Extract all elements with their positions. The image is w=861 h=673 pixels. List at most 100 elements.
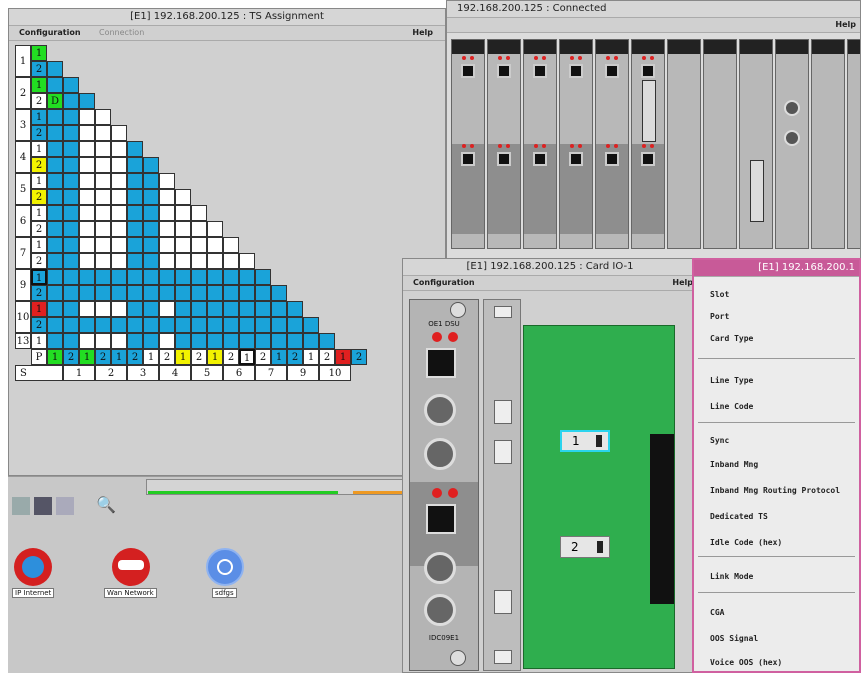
ts-cell[interactable] bbox=[79, 253, 95, 269]
ts-cell[interactable] bbox=[159, 317, 175, 333]
ts-cell[interactable] bbox=[79, 333, 95, 349]
ts-cell[interactable] bbox=[239, 269, 255, 285]
ts-port-cell[interactable]: 1 bbox=[47, 349, 63, 365]
ts-cell[interactable] bbox=[111, 189, 127, 205]
ts-port-cell[interactable]: 2 bbox=[223, 349, 239, 365]
ts-cell[interactable] bbox=[111, 317, 127, 333]
ts-cell[interactable] bbox=[159, 237, 175, 253]
ts-cell[interactable] bbox=[95, 301, 111, 317]
ts-cell[interactable] bbox=[79, 285, 95, 301]
ts-cell[interactable] bbox=[191, 253, 207, 269]
property-label[interactable]: Line Type bbox=[710, 376, 753, 385]
ts-port-cell[interactable]: 1 bbox=[335, 349, 351, 365]
ts-cell[interactable] bbox=[79, 109, 95, 125]
ts-cell[interactable] bbox=[79, 157, 95, 173]
ts-cell[interactable] bbox=[95, 141, 111, 157]
ts-cell[interactable] bbox=[207, 285, 223, 301]
ts-cell[interactable] bbox=[143, 221, 159, 237]
ts-cell[interactable] bbox=[127, 269, 143, 285]
ts-cell[interactable] bbox=[143, 189, 159, 205]
desktop-icon-wan-network[interactable]: Wan Network bbox=[102, 548, 162, 608]
ts-cell[interactable] bbox=[255, 269, 271, 285]
ts-port-cell[interactable]: 1 bbox=[79, 349, 95, 365]
ts-cell[interactable] bbox=[79, 141, 95, 157]
ts-cell[interactable] bbox=[95, 253, 111, 269]
ts-cell[interactable] bbox=[95, 173, 111, 189]
ts-cell[interactable] bbox=[111, 269, 127, 285]
ts-cell[interactable] bbox=[287, 317, 303, 333]
ts-cell[interactable] bbox=[47, 301, 63, 317]
ts-cell[interactable] bbox=[63, 253, 79, 269]
ts-cell[interactable] bbox=[175, 285, 191, 301]
ts-cell[interactable] bbox=[207, 301, 223, 317]
ts-cell[interactable] bbox=[223, 285, 239, 301]
ts-cell[interactable] bbox=[95, 269, 111, 285]
ts-cell[interactable] bbox=[63, 157, 79, 173]
ts-cell[interactable] bbox=[159, 205, 175, 221]
rack-card[interactable] bbox=[451, 39, 485, 249]
ts-cell[interactable] bbox=[127, 205, 143, 221]
ts-cell[interactable] bbox=[159, 189, 175, 205]
ts-cell[interactable] bbox=[47, 285, 63, 301]
ts-cell[interactable] bbox=[175, 189, 191, 205]
ts-cell[interactable] bbox=[191, 237, 207, 253]
property-label[interactable]: Inband Mng bbox=[710, 460, 758, 469]
rack-card[interactable] bbox=[775, 39, 809, 249]
rj45-port-1-icon[interactable] bbox=[426, 348, 456, 378]
ts-cell[interactable] bbox=[95, 237, 111, 253]
ts-port-cell[interactable]: 2 bbox=[351, 349, 367, 365]
property-label[interactable]: Link Mode bbox=[710, 572, 753, 581]
ts-cell[interactable] bbox=[63, 269, 79, 285]
ts-cell[interactable] bbox=[303, 317, 319, 333]
ts-cell[interactable] bbox=[95, 333, 111, 349]
ts-cell[interactable] bbox=[47, 253, 63, 269]
ts-cell[interactable] bbox=[143, 173, 159, 189]
ts-port-cell[interactable]: 1 bbox=[239, 349, 255, 365]
ts-cell[interactable] bbox=[79, 189, 95, 205]
ts-cell[interactable] bbox=[143, 205, 159, 221]
ts-cell[interactable] bbox=[63, 77, 79, 93]
ts-cell[interactable] bbox=[63, 221, 79, 237]
ts-cell[interactable] bbox=[159, 333, 175, 349]
ts-cell[interactable] bbox=[287, 301, 303, 317]
ts-port-cell[interactable]: 2 bbox=[287, 349, 303, 365]
card-menu-configuration[interactable]: Configuration bbox=[413, 276, 475, 290]
ts-cell[interactable] bbox=[127, 301, 143, 317]
ts-cell[interactable] bbox=[127, 141, 143, 157]
ts-cell[interactable] bbox=[111, 301, 127, 317]
ts-cell[interactable] bbox=[47, 333, 63, 349]
rack-card[interactable] bbox=[559, 39, 593, 249]
ts-cell[interactable] bbox=[79, 317, 95, 333]
ts-cell[interactable] bbox=[255, 333, 271, 349]
ts-cell[interactable] bbox=[95, 285, 111, 301]
ts-cell[interactable] bbox=[111, 205, 127, 221]
ts-cell[interactable] bbox=[111, 173, 127, 189]
ts-cell[interactable] bbox=[63, 333, 79, 349]
ts-cell[interactable] bbox=[159, 269, 175, 285]
bnc-port-2-icon[interactable] bbox=[424, 438, 456, 470]
ts-cell[interactable] bbox=[95, 205, 111, 221]
ts-cell[interactable] bbox=[207, 269, 223, 285]
rack-card[interactable] bbox=[739, 39, 773, 249]
ts-cell[interactable] bbox=[63, 189, 79, 205]
ts-cell[interactable] bbox=[239, 285, 255, 301]
ts-cell[interactable] bbox=[47, 109, 63, 125]
bnc-port-3-icon[interactable] bbox=[424, 552, 456, 584]
ts-cell[interactable] bbox=[255, 317, 271, 333]
ts-cell[interactable] bbox=[175, 333, 191, 349]
rack-card[interactable] bbox=[595, 39, 629, 249]
ts-cell[interactable] bbox=[63, 205, 79, 221]
ts-cell[interactable] bbox=[159, 301, 175, 317]
rack-card[interactable] bbox=[487, 39, 521, 249]
menu-help[interactable]: Help bbox=[412, 26, 433, 40]
ts-cell[interactable] bbox=[63, 237, 79, 253]
property-label[interactable]: Idle Code (hex) bbox=[710, 538, 782, 547]
rack-card[interactable] bbox=[811, 39, 845, 249]
ts-port-cell[interactable]: 1 bbox=[303, 349, 319, 365]
ts-cell[interactable] bbox=[191, 221, 207, 237]
ts-cell[interactable] bbox=[79, 205, 95, 221]
ts-port-cell[interactable]: 2 bbox=[191, 349, 207, 365]
ts-cell[interactable] bbox=[111, 157, 127, 173]
ts-cell[interactable] bbox=[63, 141, 79, 157]
ts-cell[interactable] bbox=[79, 173, 95, 189]
